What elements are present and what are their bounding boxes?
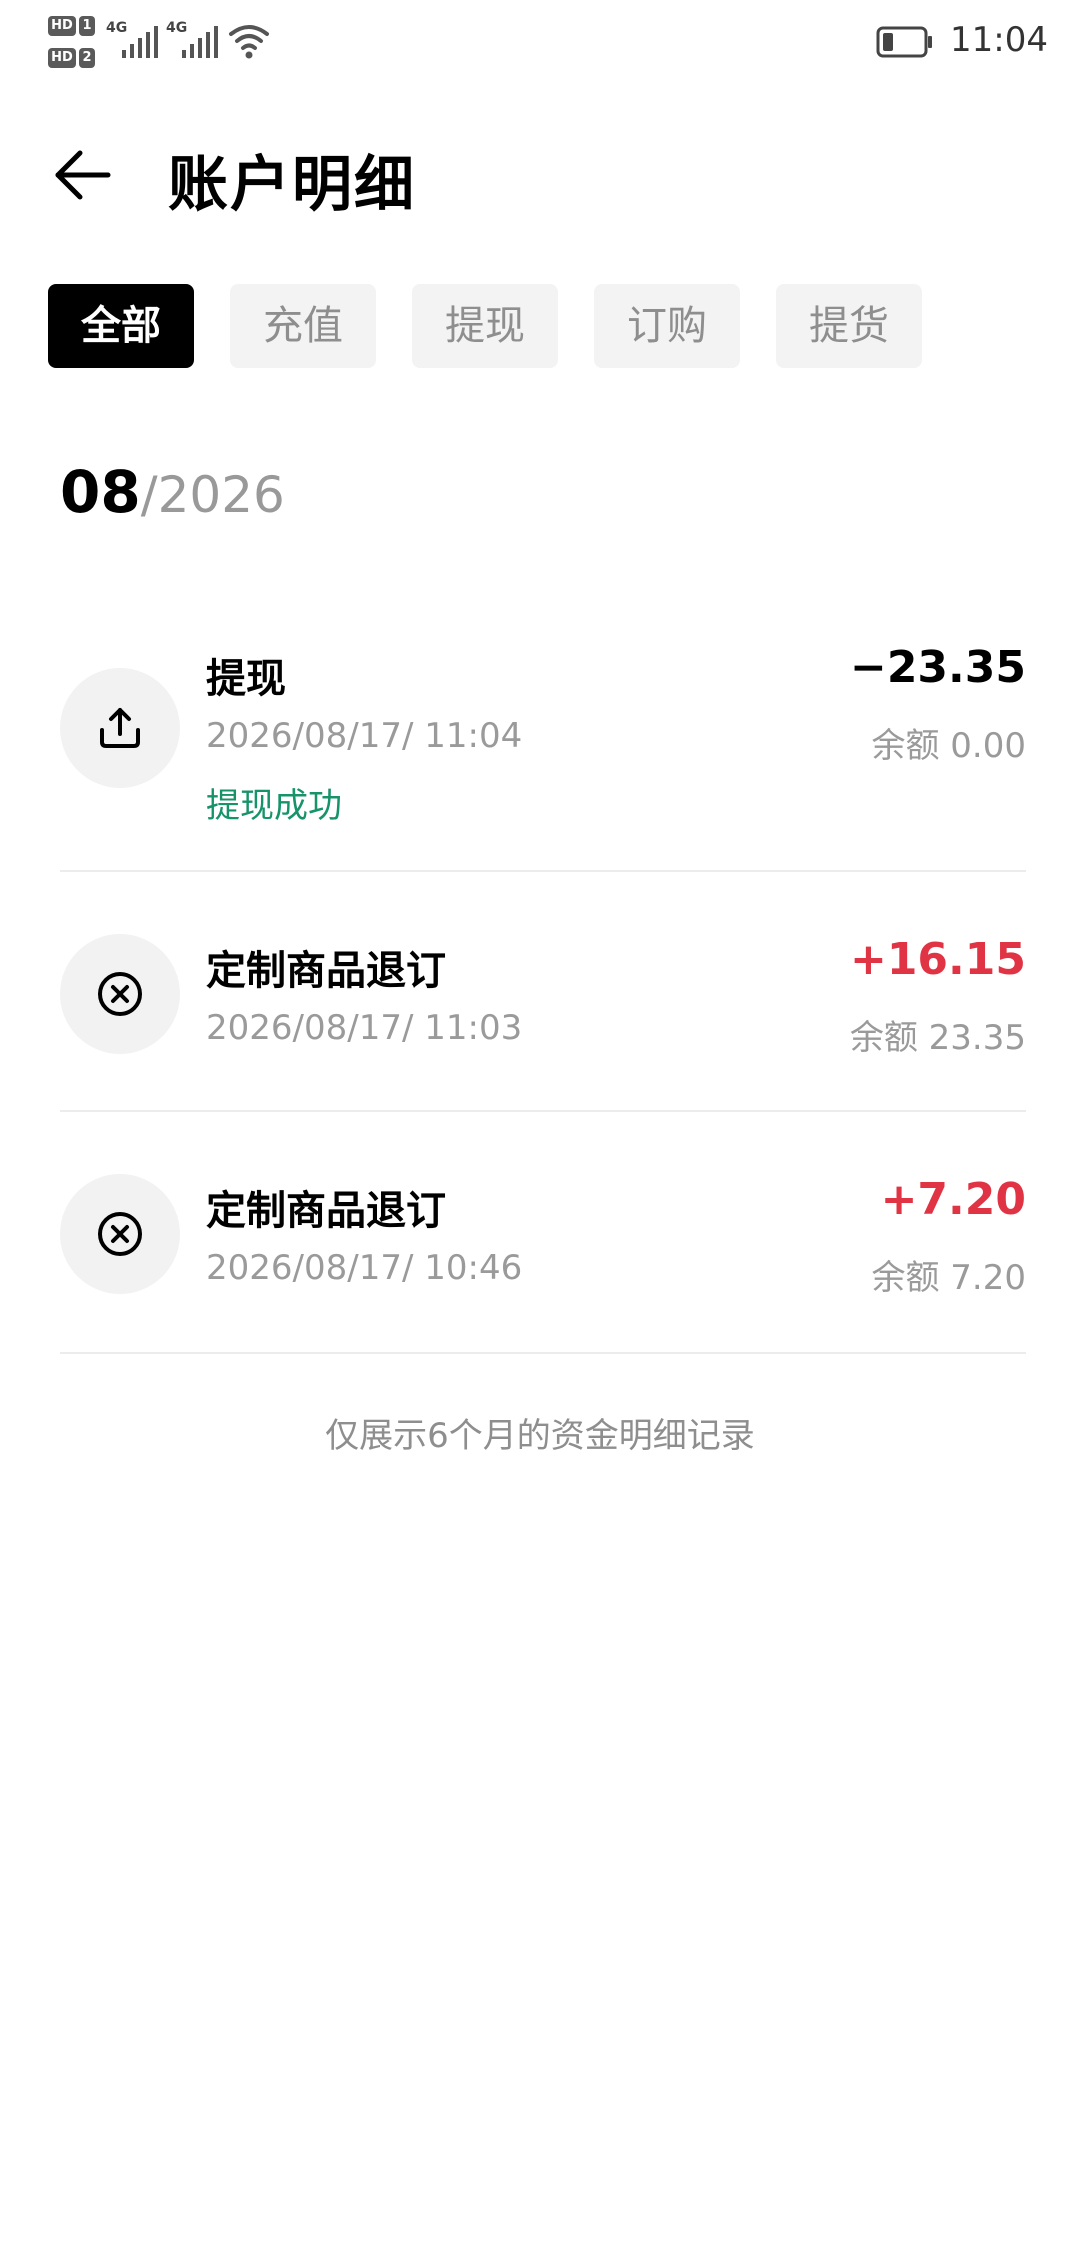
signal-bars-icon — [182, 26, 218, 58]
cancel-circle-icon — [98, 1212, 142, 1256]
transaction-time: 2026/08/17/ 10:46 — [206, 1248, 523, 1288]
transaction-time: 2026/08/17/ 11:03 — [206, 1008, 523, 1048]
transaction-balance: 余额 0.00 — [871, 726, 1026, 766]
sim1-signal: 4G — [106, 20, 162, 60]
hd-label: HD — [48, 48, 76, 68]
tab-pickup[interactable]: 提货 — [776, 284, 922, 368]
back-arrow-icon — [55, 150, 111, 200]
tab-order[interactable]: 订购 — [594, 284, 740, 368]
upload-icon — [100, 708, 140, 748]
transaction-title: 提现 — [206, 656, 286, 702]
tab-recharge[interactable]: 充值 — [230, 284, 376, 368]
page-title: 账户明细 — [168, 150, 416, 220]
battery-icon — [876, 26, 932, 58]
sim2-signal: 4G — [166, 20, 222, 60]
divider — [60, 1352, 1026, 1354]
transaction-item[interactable]: 定制商品退订 2026/08/17/ 10:46 +7.20 余额 7.20 — [60, 1112, 1026, 1354]
sim2-hd-badge: HD 2 — [48, 48, 96, 68]
status-time: 11:04 — [950, 20, 1048, 60]
sim1-hd-badge: HD 1 — [48, 16, 96, 36]
cancel-circle-icon — [98, 972, 142, 1016]
page-header: 账户明细 — [0, 120, 1080, 230]
transaction-icon-bg — [60, 934, 180, 1054]
hd-label: HD — [48, 16, 76, 36]
year-label: /2026 — [140, 466, 285, 524]
transaction-balance: 余额 7.20 — [871, 1258, 1026, 1298]
transaction-balance: 余额 23.35 — [849, 1018, 1026, 1058]
transaction-icon-bg — [60, 668, 180, 788]
transaction-status: 提现成功 — [206, 786, 342, 826]
month-label: 08 — [60, 458, 141, 526]
status-bar: HD 1 HD 2 4G 4G 11:04 — [0, 0, 1080, 90]
tab-withdraw[interactable]: 提现 — [412, 284, 558, 368]
transaction-title: 定制商品退订 — [206, 1188, 446, 1234]
transaction-time: 2026/08/17/ 11:04 — [206, 716, 523, 756]
transaction-item[interactable]: 提现 2026/08/17/ 11:04 提现成功 −23.35 余额 0.00 — [60, 580, 1026, 872]
transaction-amount: +7.20 — [880, 1174, 1026, 1225]
sim-slot-label: 2 — [79, 48, 95, 68]
signal-bars-icon — [122, 26, 158, 58]
sim-badges: HD 1 HD 2 — [48, 16, 98, 72]
tab-all[interactable]: 全部 — [48, 284, 194, 368]
footer-note: 仅展示6个月的资金明细记录 — [325, 1416, 755, 1456]
back-button[interactable] — [50, 140, 120, 210]
month-header: 08/2026 — [60, 458, 285, 528]
transaction-amount: +16.15 — [849, 934, 1026, 985]
filter-tabs: 全部 充值 提现 订购 提货 — [48, 284, 1048, 368]
transaction-icon-bg — [60, 1174, 180, 1294]
transaction-item[interactable]: 定制商品退订 2026/08/17/ 11:03 +16.15 余额 23.35 — [60, 872, 1026, 1112]
sim-slot-label: 1 — [79, 16, 95, 36]
transaction-amount: −23.35 — [849, 642, 1026, 693]
wifi-icon — [229, 25, 269, 59]
transaction-title: 定制商品退订 — [206, 948, 446, 994]
